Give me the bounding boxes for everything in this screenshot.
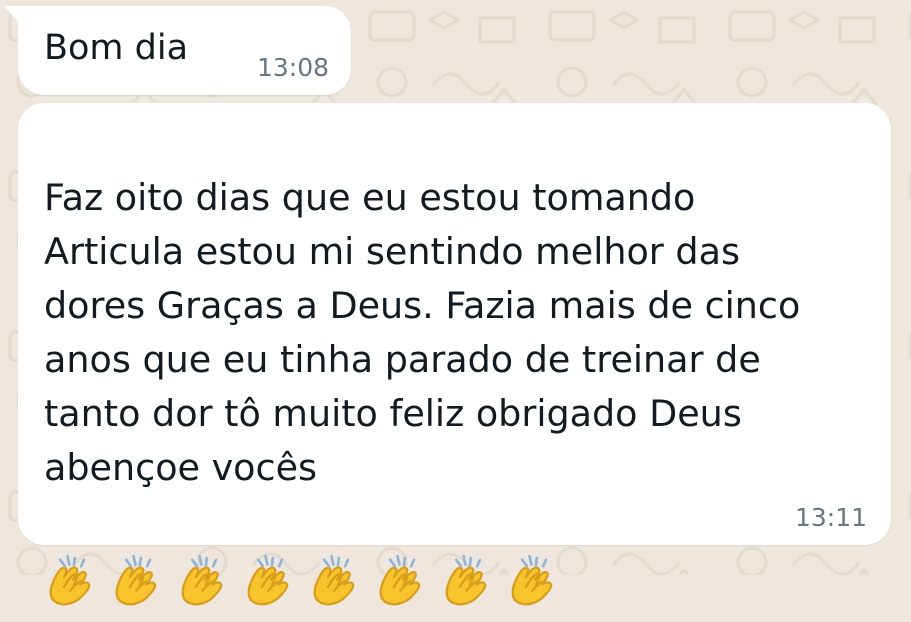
clapping-hands-icon (308, 495, 366, 606)
message-text: Bom dia (44, 28, 189, 68)
message-timestamp: 13:08 (256, 53, 329, 82)
emoji-row (44, 554, 572, 606)
clapping-hands-icon (110, 495, 168, 606)
clapping-hands-icon (242, 495, 300, 606)
message-text-container: Faz oito dias que eu estou tomando Artic… (44, 117, 879, 608)
message-text: Faz oito dias que eu estou tomando Artic… (44, 176, 801, 489)
clapping-hands-icon (44, 495, 102, 606)
clapping-hands-icon (506, 495, 564, 606)
bubble-tail (4, 6, 20, 24)
clapping-hands-icon (374, 495, 432, 606)
message-timestamp: 13:11 (794, 503, 867, 532)
message-bubble-incoming[interactable]: Bom dia 13:08 (4, 6, 351, 95)
message-bubble-incoming[interactable]: Faz oito dias que eu estou tomando Artic… (18, 103, 891, 606)
clapping-hands-icon (440, 495, 498, 606)
clapping-hands-icon (176, 495, 234, 606)
